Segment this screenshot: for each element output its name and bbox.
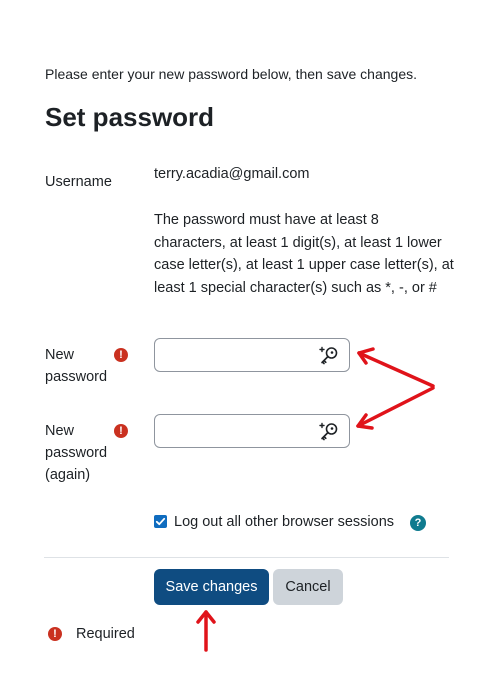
annotation-arrowhead-3 (196, 610, 216, 624)
new-password-label-line1: New (45, 347, 75, 363)
new-password-label-line2: password (45, 369, 108, 385)
intro-text: Please enter your new password below, th… (45, 66, 418, 82)
key-icon[interactable] (319, 421, 339, 441)
logout-checkbox[interactable] (154, 515, 167, 528)
logout-checkbox-label[interactable]: Log out all other browser sessions (174, 511, 394, 533)
page-title: Set password (45, 102, 215, 132)
new-password-again-label-line2: password (45, 445, 108, 461)
annotation-arrowhead-1 (357, 347, 375, 365)
annotation-arrow-2 (356, 386, 435, 428)
new-password-label: New password (45, 344, 107, 388)
username-label: Username (45, 174, 112, 190)
checkmark-icon (155, 517, 166, 526)
username-value: terry.acadia@gmail.com (154, 166, 310, 182)
new-password-again-label-line1: New (45, 423, 75, 439)
form-divider (44, 557, 449, 558)
required-icon: ! (48, 627, 62, 641)
key-icon[interactable] (319, 345, 339, 365)
new-password-again-label-line3: (again) (45, 467, 91, 483)
cancel-button[interactable]: Cancel (273, 569, 343, 605)
save-changes-button[interactable]: Save changes (154, 569, 269, 605)
required-legend-label: Required (76, 626, 135, 642)
help-icon[interactable]: ? (410, 515, 426, 531)
annotation-arrowhead-2 (356, 413, 374, 430)
annotation-arrow-1 (357, 351, 435, 388)
required-icon: ! (114, 424, 128, 438)
password-policy-text: The password must have at least 8 charac… (154, 212, 454, 296)
required-icon: ! (114, 348, 128, 362)
new-password-again-label: New password (again) (45, 420, 107, 486)
